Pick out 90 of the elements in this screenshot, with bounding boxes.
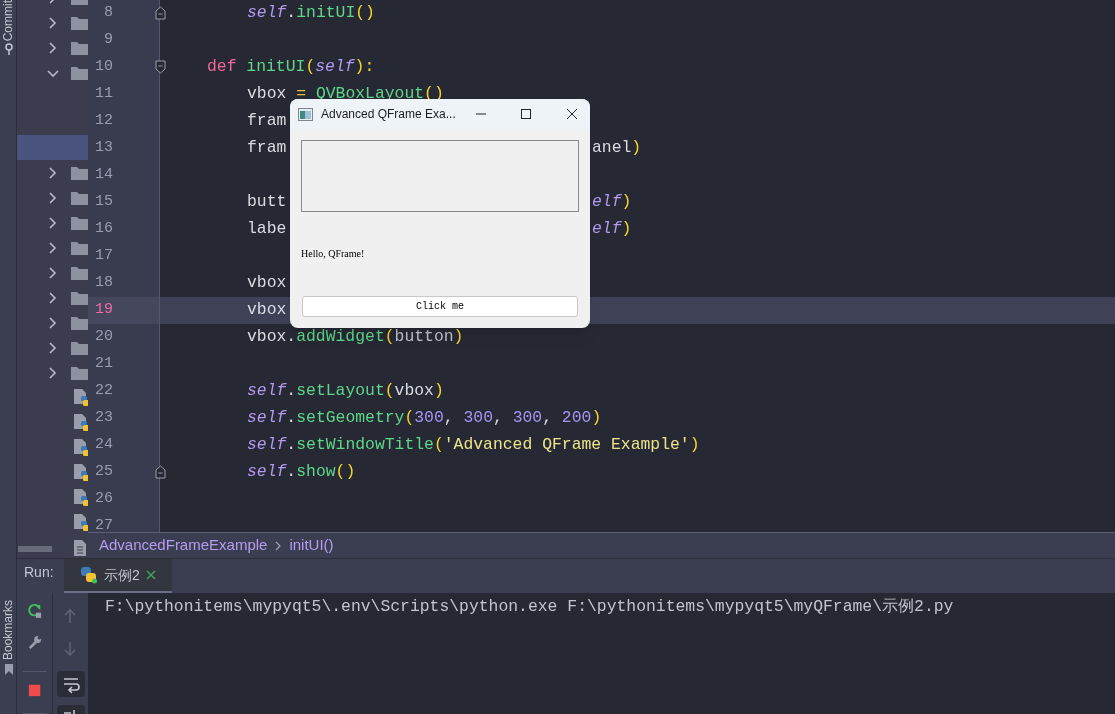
folder-icon bbox=[71, 15, 88, 30]
soft-wrap-button[interactable] bbox=[56, 671, 85, 697]
line-number: 16 bbox=[94, 219, 113, 240]
bookmark-icon[interactable] bbox=[3, 663, 14, 676]
run-tab[interactable]: 示例2 bbox=[64, 559, 172, 593]
code-line: vbox.addWidget(button) bbox=[247, 327, 464, 347]
code-fragment: elf) bbox=[592, 191, 632, 214]
label-text: Hello, QFrame! bbox=[301, 248, 366, 260]
chevron-right-icon[interactable] bbox=[48, 191, 57, 204]
scrollbar[interactable] bbox=[18, 546, 52, 552]
line-number: 19 bbox=[94, 300, 113, 321]
chevron-right-icon[interactable] bbox=[48, 241, 57, 254]
code-line: labe bbox=[247, 219, 287, 239]
python-file-icon[interactable] bbox=[73, 463, 88, 482]
code-line: vbox bbox=[247, 273, 287, 293]
chevron-right-icon[interactable] bbox=[48, 366, 57, 379]
code-fragment: elf) bbox=[592, 218, 632, 241]
line-number: 25 bbox=[94, 462, 113, 483]
code-line: self.setWindowTitle('Advanced QFrame Example') bbox=[247, 435, 700, 455]
python-file-icon[interactable] bbox=[73, 438, 88, 457]
fold-marker-icon[interactable] bbox=[155, 6, 166, 20]
folder-icon bbox=[71, 40, 88, 55]
line-number: 23 bbox=[94, 408, 113, 429]
chevron-right-icon[interactable] bbox=[48, 166, 57, 179]
line-number: 10 bbox=[94, 57, 113, 78]
line-number: 15 bbox=[94, 192, 113, 213]
folder-icon bbox=[71, 365, 88, 380]
folder-icon bbox=[71, 215, 88, 230]
fold-marker-icon[interactable] bbox=[155, 60, 166, 74]
line-number: 26 bbox=[94, 489, 113, 510]
folder-icon bbox=[71, 315, 88, 330]
python-file-icon[interactable] bbox=[73, 413, 88, 432]
app-icon bbox=[298, 107, 313, 121]
chevron-right-icon[interactable] bbox=[48, 41, 57, 54]
python-file-icon[interactable] bbox=[73, 513, 88, 532]
tool-window-label[interactable]: Commit bbox=[0, 0, 17, 42]
window-title: Advanced QFrame Exa... bbox=[321, 106, 457, 123]
close-icon[interactable] bbox=[566, 108, 578, 120]
line-number: 9 bbox=[103, 30, 113, 51]
folder-icon bbox=[71, 290, 88, 305]
commit-icon[interactable] bbox=[3, 43, 14, 56]
chevron-right-icon[interactable] bbox=[48, 291, 57, 304]
chevron-right-icon[interactable] bbox=[48, 316, 57, 329]
line-number: 24 bbox=[94, 435, 113, 456]
code-line: butt bbox=[247, 192, 287, 212]
python-file-icon[interactable] bbox=[73, 388, 88, 407]
code-line: fram bbox=[247, 111, 287, 131]
rerun-icon[interactable] bbox=[25, 603, 44, 619]
run-label: Run: bbox=[24, 563, 55, 582]
chevron-right-icon[interactable] bbox=[48, 266, 57, 279]
folder-icon bbox=[71, 165, 88, 180]
breadcrumb-item[interactable]: AdvancedFrameExample bbox=[99, 534, 268, 557]
text-file-icon[interactable] bbox=[73, 538, 88, 557]
code-line: vbox bbox=[247, 300, 287, 320]
tool-window-label[interactable]: Bookmarks bbox=[0, 600, 17, 661]
chevron-right-icon[interactable] bbox=[48, 16, 57, 29]
folder-icon bbox=[71, 190, 88, 205]
line-number: 22 bbox=[94, 381, 113, 402]
fold-marker-icon[interactable] bbox=[155, 465, 166, 479]
chevron-right-icon[interactable] bbox=[48, 216, 57, 229]
line-number: 27 bbox=[94, 516, 113, 532]
code-line: self.show() bbox=[247, 462, 356, 482]
line-number: 14 bbox=[94, 165, 113, 186]
code-line: def initUI(self): bbox=[207, 57, 375, 77]
python-file-icon[interactable] bbox=[73, 488, 88, 507]
line-number: 12 bbox=[94, 111, 113, 132]
console-line: F:\pythonitems\mypyqt5\.env\Scripts\python.exe F:\pythonitems\mypyqt5\myQFrame\示例2.py bbox=[105, 596, 955, 618]
line-number: 8 bbox=[103, 3, 113, 24]
chevron-down-icon[interactable] bbox=[46, 67, 59, 78]
code-line: self.setGeometry(300, 300, 300, 200) bbox=[247, 408, 602, 428]
line-number: 20 bbox=[94, 327, 113, 348]
folder-icon bbox=[71, 265, 88, 280]
folder-icon bbox=[71, 240, 88, 255]
breadcrumb-item[interactable]: initUI() bbox=[289, 534, 334, 557]
code-line: self.initUI() bbox=[247, 3, 375, 23]
maximize-icon[interactable] bbox=[520, 108, 532, 120]
code-fragment: anel) bbox=[592, 137, 642, 160]
chevron-right-icon bbox=[275, 540, 282, 551]
chevron-right-icon[interactable] bbox=[48, 341, 57, 354]
line-number: 13 bbox=[94, 138, 113, 159]
click-button[interactable]: Click me bbox=[302, 296, 578, 317]
line-number: 17 bbox=[94, 246, 113, 267]
folder-icon bbox=[71, 65, 88, 80]
folder-icon bbox=[71, 340, 88, 355]
code-line: self.setLayout(vbox) bbox=[247, 381, 444, 401]
code-line: fram bbox=[247, 138, 287, 158]
line-number: 18 bbox=[94, 273, 113, 294]
line-number: 11 bbox=[94, 84, 113, 105]
line-number: 21 bbox=[94, 354, 113, 375]
python-icon bbox=[80, 566, 98, 584]
